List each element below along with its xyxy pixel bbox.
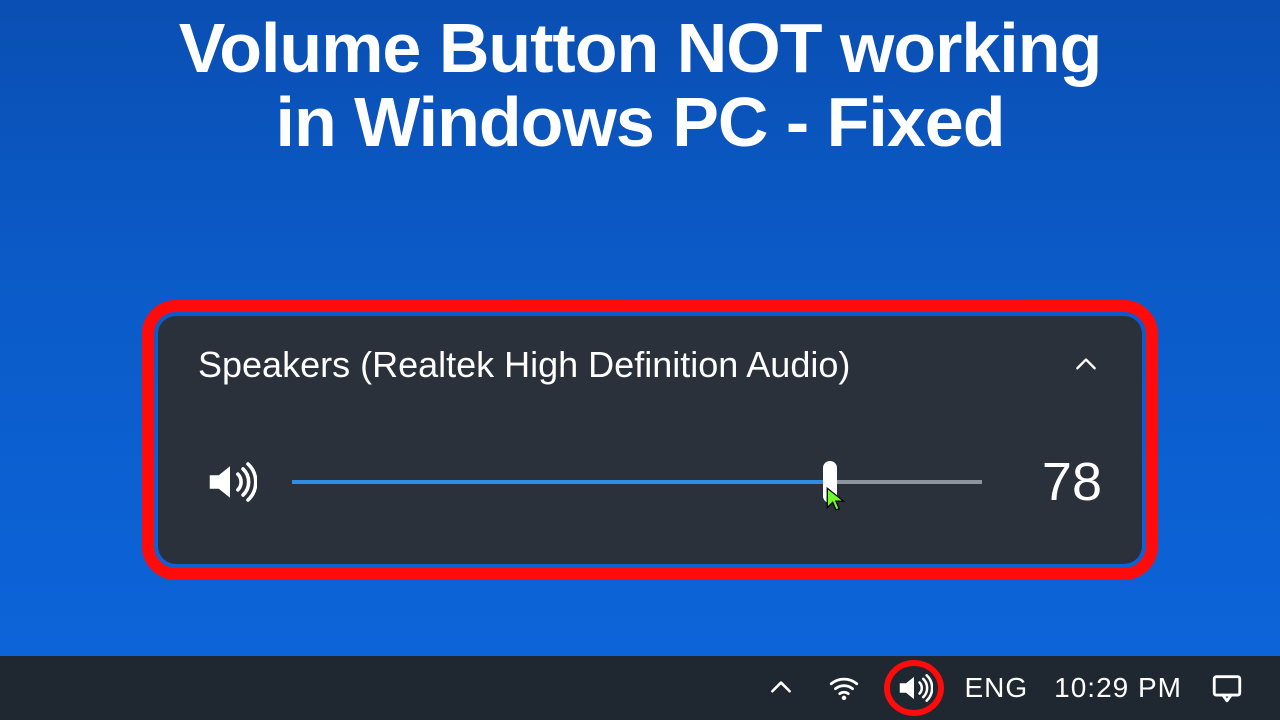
expand-button[interactable] [1070, 349, 1102, 381]
volume-slider[interactable] [292, 462, 982, 502]
highlight-circle [884, 660, 944, 716]
headline-line1: Volume Button NOT working [179, 9, 1102, 87]
action-center-button[interactable] [1208, 656, 1246, 720]
language-indicator[interactable]: ENG [964, 656, 1028, 720]
mute-toggle-button[interactable] [198, 450, 262, 514]
volume-value: 78 [1012, 451, 1102, 513]
notification-icon [1210, 671, 1244, 705]
slider-thumb[interactable] [823, 461, 837, 503]
clock[interactable]: 10:29 PM [1054, 656, 1182, 720]
highlight-box-flyout: Speakers (Realtek High Definition Audio) [142, 300, 1158, 580]
tray-overflow-button[interactable] [764, 656, 798, 720]
flyout-header: Speakers (Realtek High Definition Audio) [198, 344, 1102, 386]
taskbar: ENG 10:29 PM [0, 656, 1280, 720]
chevron-up-icon [1073, 352, 1099, 378]
headline-text: Volume Button NOT working in Windows PC … [40, 12, 1240, 159]
slider-track-fill [292, 480, 830, 484]
wifi-icon [827, 671, 861, 705]
speaker-icon [203, 455, 257, 509]
audio-device-name[interactable]: Speakers (Realtek High Definition Audio) [198, 344, 850, 386]
chevron-up-icon [768, 675, 794, 701]
volume-flyout: Speakers (Realtek High Definition Audio) [158, 316, 1142, 564]
volume-tray-button[interactable] [890, 656, 938, 720]
headline-line2: in Windows PC - Fixed [276, 83, 1005, 161]
volume-slider-row: 78 [198, 450, 1102, 514]
network-tray-button[interactable] [824, 656, 864, 720]
